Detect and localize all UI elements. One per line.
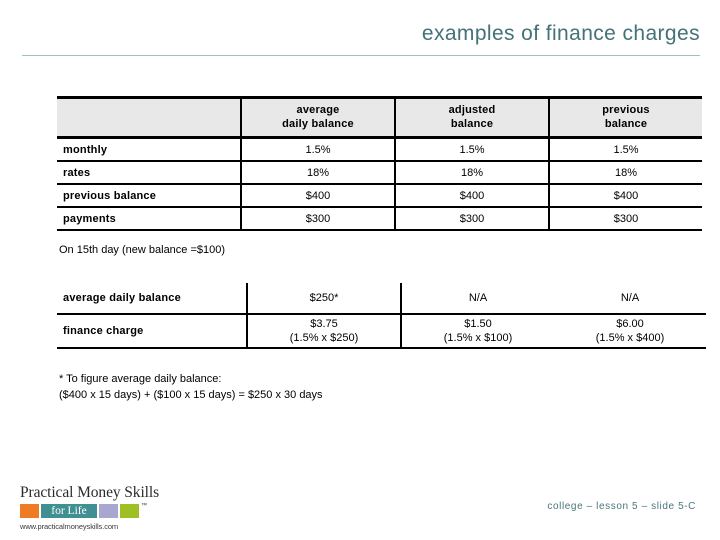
cell-value: $300 (394, 207, 549, 231)
footnote: * To figure average daily balance: ($400… (59, 373, 323, 401)
cell-value: N/A (400, 283, 554, 315)
cell-primary: $1.50 (464, 317, 492, 330)
row-label: average daily balance (57, 283, 247, 315)
title-divider (22, 55, 700, 56)
cell-value: $300 (548, 207, 702, 231)
cell-value: $3.75 (1.5% x $250) (246, 314, 401, 349)
header-adjusted-balance: adjusted balance (394, 97, 549, 138)
cell-value: 18% (240, 161, 395, 185)
cell-value: 1.5% (240, 137, 395, 162)
results-table: average daily balance $250* N/A N/A fina… (57, 283, 706, 349)
row-label: rates (57, 161, 241, 185)
table-row: rates 18% 18% 18% (57, 161, 702, 185)
logo-url: www.practicalmoneyskills.com (20, 522, 119, 531)
header-line-2: daily balance (282, 117, 354, 130)
cell-value: $400 (548, 184, 702, 208)
header-line-2: balance (604, 117, 648, 130)
cell-value: $250* (246, 283, 401, 315)
header-line-2: balance (450, 117, 494, 130)
brand-logo: Practical Money Skills for Life ™ www.pr… (20, 484, 180, 531)
header-previous-balance: previous balance (548, 97, 702, 138)
cell-formula: (1.5% x $250) (289, 332, 359, 344)
table-row: monthly 1.5% 1.5% 1.5% (57, 137, 702, 162)
table-row: payments $300 $300 $300 (57, 207, 702, 231)
slide-reference: college – lesson 5 – slide 5-C (547, 501, 696, 512)
page-title: examples of finance charges (421, 22, 700, 45)
header-line-1: adjusted (448, 103, 496, 116)
cell-value: $300 (240, 207, 395, 231)
cell-primary: $6.00 (616, 317, 644, 330)
cell-formula: (1.5% x $100) (443, 332, 513, 344)
table-header-row: average daily balance adjusted balance p… (57, 97, 702, 138)
new-balance-note: On 15th day (new balance =$100) (59, 244, 226, 256)
row-label: monthly (57, 137, 241, 162)
cell-primary: $3.75 (310, 317, 338, 330)
logo-for-life-text: for Life (51, 505, 87, 517)
cell-value: $1.50 (1.5% x $100) (400, 314, 554, 349)
table-row: previous balance $400 $400 $400 (57, 184, 702, 208)
header-average-daily-balance: average daily balance (240, 97, 395, 138)
row-label: finance charge (57, 314, 247, 349)
cell-value: $6.00 (1.5% x $400) (554, 314, 706, 349)
cell-value: 18% (394, 161, 549, 185)
terms-table: average daily balance adjusted balance p… (57, 96, 702, 231)
cell-value: 18% (548, 161, 702, 185)
header-line-1: average (296, 103, 340, 116)
row-label: payments (57, 207, 241, 231)
cell-value: $400 (240, 184, 395, 208)
cell-value: N/A (554, 283, 706, 315)
row-label: previous balance (57, 184, 241, 208)
logo-color-blocks: for Life ™ (20, 503, 180, 519)
logo-block-lavender (99, 504, 118, 518)
header-blank (57, 97, 241, 138)
logo-wordmark: Practical Money Skills (20, 484, 160, 501)
header-line-1: previous (602, 103, 650, 116)
logo-block-orange (20, 504, 39, 518)
logo-block-green (120, 504, 139, 518)
table-row: finance charge $3.75 (1.5% x $250) $1.50… (57, 314, 706, 349)
cell-value: $400 (394, 184, 549, 208)
cell-formula: (1.5% x $400) (595, 332, 665, 344)
trademark-icon: ™ (141, 503, 147, 509)
table-row: average daily balance $250* N/A N/A (57, 283, 706, 315)
cell-value: 1.5% (548, 137, 702, 162)
cell-value: 1.5% (394, 137, 549, 162)
